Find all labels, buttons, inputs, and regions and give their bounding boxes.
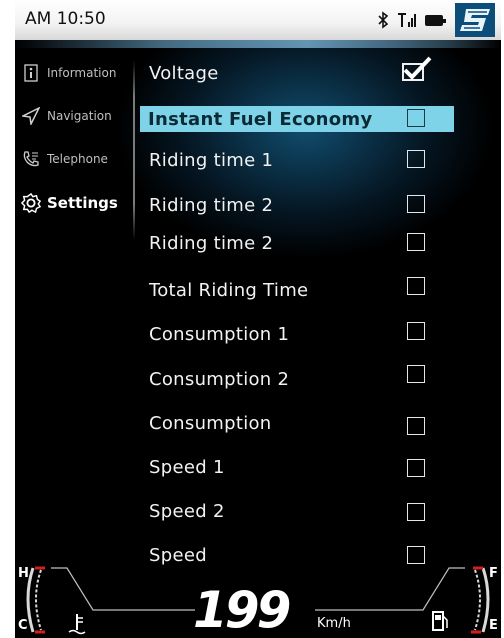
item-label: Speed 2 bbox=[149, 501, 225, 522]
item-label: Consumption 2 bbox=[149, 369, 290, 390]
temp-high-label: H bbox=[18, 566, 29, 581]
sidebar-item-settings[interactable]: Settings bbox=[15, 186, 118, 220]
bluetooth-icon bbox=[378, 11, 389, 29]
logo-s-icon bbox=[460, 9, 490, 31]
status-bar: AM 10:50 bbox=[15, 0, 501, 40]
signal-icon bbox=[398, 13, 416, 27]
sidebar-item-information[interactable]: Information bbox=[15, 56, 116, 90]
list-item[interactable]: Speed 2 bbox=[141, 498, 455, 526]
item-label: Riding time 2 bbox=[149, 233, 274, 254]
list-item[interactable]: Consumption bbox=[141, 410, 455, 438]
item-label: Speed 1 bbox=[149, 457, 225, 478]
checkbox[interactable] bbox=[407, 459, 425, 477]
sidebar-item-label: Settings bbox=[47, 194, 118, 212]
battery-icon bbox=[425, 14, 446, 26]
fuel-empty-label: E bbox=[489, 618, 498, 633]
checkbox[interactable] bbox=[407, 365, 425, 383]
list-item[interactable]: Riding time 2 bbox=[141, 230, 455, 258]
fuel-pump-icon bbox=[432, 611, 448, 631]
item-label: Consumption 1 bbox=[149, 324, 290, 345]
item-label: Riding time 2 bbox=[149, 195, 274, 216]
list-item[interactable]: Riding time 1 bbox=[141, 147, 455, 175]
sidebar-item-label: Navigation bbox=[47, 109, 112, 123]
temp-low-label: C bbox=[18, 618, 28, 633]
item-label: Total Riding Time bbox=[149, 280, 309, 301]
sidebar-item-label: Information bbox=[47, 66, 117, 80]
sidebar-item-navigation[interactable]: Navigation bbox=[15, 99, 112, 133]
checkbox-checked-icon[interactable] bbox=[399, 54, 433, 84]
item-label: Consumption bbox=[149, 413, 272, 434]
list-item[interactable]: Riding time 2 bbox=[141, 192, 455, 220]
speed-unit: Km/h bbox=[317, 616, 351, 631]
checkbox[interactable] bbox=[407, 150, 425, 168]
dashboard-screen: AM 10:50 Information Navigation Telephon… bbox=[15, 0, 501, 638]
checkbox[interactable] bbox=[407, 109, 425, 127]
sidebar-divider bbox=[133, 60, 135, 240]
checkbox[interactable] bbox=[407, 417, 425, 435]
checkbox[interactable] bbox=[407, 322, 425, 340]
clock-time: AM 10:50 bbox=[25, 9, 106, 29]
list-item[interactable]: Consumption 2 bbox=[141, 365, 455, 394]
navigation-arrow-icon bbox=[21, 106, 41, 126]
list-item[interactable]: Consumption 1 bbox=[141, 321, 455, 349]
sidebar-item-label: Telephone bbox=[47, 152, 108, 166]
list-item[interactable]: Total Riding Time bbox=[141, 277, 455, 305]
item-label: Voltage bbox=[149, 63, 219, 84]
coolant-temp-icon bbox=[68, 614, 86, 635]
info-icon bbox=[21, 63, 41, 83]
gear-icon bbox=[21, 192, 41, 214]
sidebar-item-telephone[interactable]: Telephone bbox=[15, 142, 108, 176]
list-item[interactable]: Voltage bbox=[141, 56, 455, 88]
checkbox[interactable] bbox=[407, 195, 425, 213]
brand-logo bbox=[455, 3, 495, 37]
list-item[interactable]: Speed 1 bbox=[141, 454, 455, 482]
checkbox[interactable] bbox=[407, 277, 425, 295]
checkbox[interactable] bbox=[407, 233, 425, 251]
list-item-selected[interactable]: Instant Fuel Economy bbox=[140, 106, 454, 132]
item-label: Riding time 1 bbox=[149, 150, 274, 171]
checkbox[interactable] bbox=[407, 503, 425, 521]
status-icons bbox=[377, 11, 446, 29]
fuel-full-label: F bbox=[489, 566, 498, 581]
item-label: Instant Fuel Economy bbox=[148, 109, 373, 130]
speed-readout: 199 bbox=[193, 581, 291, 638]
phone-icon bbox=[21, 149, 41, 169]
